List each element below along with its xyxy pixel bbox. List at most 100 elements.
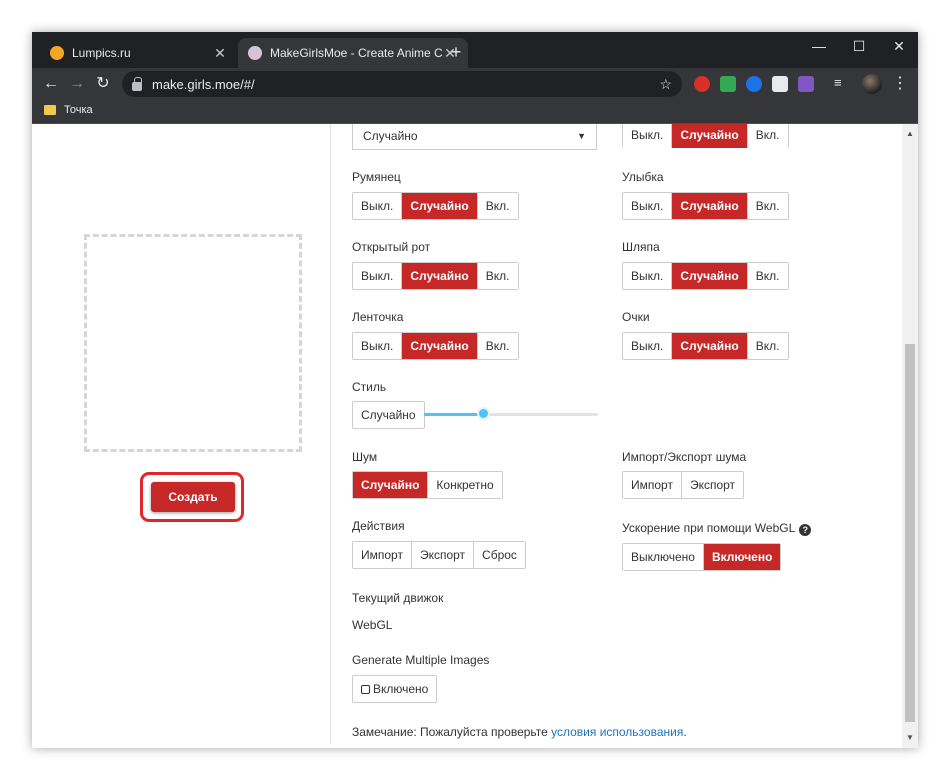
bookmark-star-icon[interactable]: ☆ (659, 76, 672, 93)
url-text[interactable]: make.girls.moe/#/ (152, 77, 659, 92)
option-off[interactable]: Выкл. (353, 263, 403, 289)
page-scrollbar[interactable]: ▲ ▼ (902, 124, 918, 748)
noise-export-button[interactable]: Экспорт (681, 472, 744, 498)
slider-fill (424, 413, 484, 416)
option-on[interactable]: Вкл. (747, 263, 788, 289)
smile-label: Улыбка (622, 170, 664, 184)
page-content: Создать Случайно ▼ Выкл. Случайно Вкл. Р… (32, 124, 902, 748)
maximize-icon[interactable]: ☐ (844, 38, 874, 55)
option-on[interactable]: Вкл. (477, 333, 518, 359)
style-random-button[interactable]: Случайно (352, 401, 425, 429)
blush-label: Румянец (352, 170, 401, 184)
new-tab-plus-icon[interactable]: + (446, 42, 466, 62)
checkbox-icon (361, 685, 370, 694)
webgl-label-text: Ускорение при помощи WebGL (622, 521, 796, 535)
forward-arrow-icon[interactable]: → (66, 73, 88, 95)
option-random[interactable]: Случайно (672, 263, 748, 289)
webgl-label: Ускорение при помощи WebGL? (622, 521, 812, 536)
scroll-thumb[interactable] (905, 344, 915, 722)
option-off[interactable]: Выкл. (623, 263, 673, 289)
lock-icon (132, 76, 142, 91)
tab-title: Lumpics.ru (72, 46, 131, 60)
slider-thumb[interactable] (477, 407, 491, 420)
reload-icon[interactable]: ↻ (92, 73, 114, 95)
terms-note: Замечание: Пожалуйста проверьте условия … (352, 725, 687, 739)
multiple-images-button-label: Включено (373, 682, 429, 696)
menu-dots-icon[interactable]: ⋮ (892, 73, 908, 93)
multiple-images-label: Generate Multiple Images (352, 653, 490, 667)
option-off[interactable]: Выкл. (623, 193, 673, 219)
bookmarks-bar: Точка (32, 100, 918, 124)
browser-window: Lumpics.ru ✕ MakeGirlsMoe - Create Anime… (32, 32, 918, 748)
music-extension-icon[interactable] (720, 76, 736, 92)
tab-strip: Lumpics.ru ✕ MakeGirlsMoe - Create Anime… (32, 32, 918, 68)
profile-avatar[interactable] (862, 74, 882, 94)
opera-extension-icon[interactable] (694, 76, 710, 92)
browser-toolbar: ← → ↻ make.girls.moe/#/ ☆ ≡ ⋮ (32, 68, 918, 100)
option-off[interactable]: Выкл. (353, 193, 403, 219)
hat-toggle: Выкл. Случайно Вкл. (622, 262, 789, 290)
open-mouth-toggle: Выкл. Случайно Вкл. (352, 262, 519, 290)
option-on[interactable]: Вкл. (747, 124, 788, 148)
options-select[interactable]: Случайно ▼ (352, 124, 597, 150)
tab-makegirlsmoe[interactable]: MakeGirlsMoe - Create Anime Ch ✕ (238, 38, 468, 68)
option-random[interactable]: Случайно (672, 193, 748, 219)
media-queue-icon[interactable]: ≡ (834, 75, 850, 91)
option-disabled[interactable]: Выключено (623, 544, 704, 570)
actions-label: Действия (352, 519, 405, 533)
option-random[interactable]: Случайно (672, 333, 748, 359)
style-slider[interactable] (424, 407, 598, 420)
option-on[interactable]: Вкл. (747, 193, 788, 219)
terms-link[interactable]: условия использования (551, 725, 683, 739)
image-preview-placeholder (84, 234, 302, 452)
back-arrow-icon[interactable]: ← (40, 73, 62, 95)
minimize-icon[interactable]: — (804, 38, 834, 54)
import-button[interactable]: Импорт (353, 542, 412, 568)
option-random[interactable]: Случайно (353, 472, 429, 498)
hat-label: Шляпа (622, 240, 660, 254)
note-prefix: Замечание: Пожалуйста проверьте (352, 725, 552, 739)
address-bar[interactable]: make.girls.moe/#/ ☆ (122, 71, 682, 97)
reset-button[interactable]: Сброс (474, 542, 525, 568)
lumpics-favicon-icon (50, 46, 64, 60)
window-close-icon[interactable]: ✕ (884, 38, 914, 55)
scroll-down-icon[interactable]: ▼ (902, 730, 918, 746)
webgl-toggle: Выключено Включено (622, 543, 782, 571)
blush-toggle: Выкл. Случайно Вкл. (352, 192, 519, 220)
tab-lumpics[interactable]: Lumpics.ru ✕ (40, 38, 238, 68)
globe-extension-icon[interactable] (746, 76, 762, 92)
noise-import-button[interactable]: Импорт (623, 472, 682, 498)
caret-down-icon: ▼ (577, 130, 586, 141)
bookmark-folder[interactable]: Точка (44, 104, 93, 116)
option-specific[interactable]: Конкретно (428, 472, 502, 498)
export-button[interactable]: Экспорт (411, 542, 475, 568)
multiple-images-button[interactable]: Включено (352, 675, 438, 703)
bookmark-label: Точка (64, 104, 93, 116)
smile-toggle: Выкл. Случайно Вкл. (622, 192, 789, 220)
create-button[interactable]: Создать (151, 482, 235, 512)
note-suffix: . (683, 725, 687, 739)
option-random[interactable]: Случайно (402, 263, 478, 289)
option-off[interactable]: Выкл. (623, 124, 673, 148)
top-option-toggle: Выкл. Случайно Вкл. (622, 124, 789, 148)
option-off[interactable]: Выкл. (353, 333, 403, 359)
close-icon[interactable]: ✕ (212, 45, 228, 62)
option-on[interactable]: Вкл. (477, 263, 518, 289)
scroll-up-icon[interactable]: ▲ (902, 126, 918, 142)
option-on[interactable]: Вкл. (747, 333, 788, 359)
option-enabled[interactable]: Включено (703, 544, 781, 570)
option-random[interactable]: Случайно (402, 193, 478, 219)
noise-io-label: Импорт/Экспорт шума (622, 450, 747, 464)
cube-extension-icon[interactable] (772, 76, 788, 92)
purple-extension-icon[interactable] (798, 76, 814, 92)
noise-toggle: Случайно Конкретно (352, 471, 503, 499)
makegirlsmoe-favicon-icon (248, 46, 262, 60)
option-random[interactable]: Случайно (402, 333, 478, 359)
glasses-toggle: Выкл. Случайно Вкл. (622, 332, 789, 360)
option-random[interactable]: Случайно (672, 124, 748, 148)
help-icon[interactable]: ? (799, 524, 812, 536)
noise-io-group: Импорт Экспорт (622, 471, 745, 499)
option-off[interactable]: Выкл. (623, 333, 673, 359)
option-on[interactable]: Вкл. (477, 193, 518, 219)
ribbon-label: Ленточка (352, 310, 404, 324)
